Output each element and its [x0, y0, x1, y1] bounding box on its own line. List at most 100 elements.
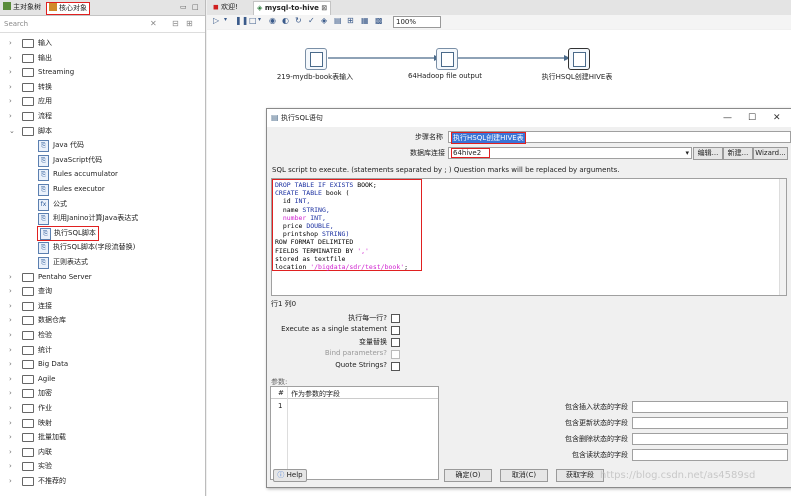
minimize-icon[interactable]: ▭ [180, 3, 187, 11]
chevron-right-icon[interactable]: › [9, 94, 12, 108]
tree-folder[interactable]: › 检验 [0, 328, 205, 342]
option-checkbox[interactable] [391, 350, 400, 359]
chevron-right-icon[interactable]: › [9, 445, 12, 459]
grid-icon[interactable]: ▩ [375, 16, 383, 25]
sql-icon[interactable]: ▤ [334, 16, 342, 25]
ok-button[interactable]: 确定(O) [444, 469, 492, 482]
tree-folder[interactable]: › 内联 [0, 445, 205, 459]
chevron-right-icon[interactable]: › [9, 416, 12, 430]
chevron-right-icon[interactable]: › [9, 65, 12, 79]
option-checkbox[interactable] [391, 314, 400, 323]
run-icon[interactable]: ▷ [213, 16, 219, 25]
pause-icon[interactable]: ❚❚ [235, 16, 248, 25]
chevron-right-icon[interactable]: › [9, 430, 12, 444]
chevron-right-icon[interactable]: › [9, 51, 12, 65]
status-field-input[interactable] [632, 433, 788, 445]
tree-step-item[interactable]: ⎘ 正则表达式 [0, 255, 205, 270]
close-icon[interactable]: ⊠ [321, 4, 327, 12]
maximize-icon[interactable]: ☐ [748, 109, 756, 127]
tree-folder[interactable]: › 输出 [0, 51, 205, 65]
chevron-right-icon[interactable]: › [9, 401, 12, 415]
tab-mysql-to-hive[interactable]: ◈ mysql-to-hive ⊠ [253, 1, 332, 15]
connection-select[interactable]: 64hive2 ▾ [448, 147, 692, 159]
maximize-icon[interactable]: □ [192, 3, 199, 11]
tree-folder[interactable]: › Pentaho Server [0, 270, 205, 284]
preview-icon[interactable]: ◉ [269, 16, 276, 25]
chevron-right-icon[interactable]: › [9, 372, 12, 386]
cancel-button[interactable]: 取消(C) [500, 469, 548, 482]
zoom-select[interactable]: 100% [393, 16, 441, 28]
wizard-button[interactable]: Wizard... [753, 147, 788, 160]
results-icon[interactable]: ▦ [361, 16, 369, 25]
step-exec-sql[interactable] [568, 48, 590, 70]
expand-all-icon[interactable]: ⊞ [186, 19, 193, 28]
step-table-input[interactable] [305, 48, 327, 70]
tree-step-item[interactable]: ⎘ JavaScript代码 [0, 153, 205, 168]
tree-folder[interactable]: › 数据仓库 [0, 313, 205, 327]
chevron-right-icon[interactable]: › [9, 270, 12, 284]
stop-icon[interactable]: □ [249, 16, 257, 25]
explore-db-icon[interactable]: ⊞ [347, 16, 354, 25]
tree-folder[interactable]: › 应用 [0, 94, 205, 108]
close-icon[interactable]: ✕ [773, 109, 781, 127]
option-checkbox[interactable] [391, 326, 400, 335]
impact-icon[interactable]: ◈ [321, 16, 327, 25]
option-checkbox[interactable] [391, 362, 400, 371]
edit-connection-button[interactable]: 编辑... [693, 147, 723, 160]
chevron-right-icon[interactable]: › [9, 328, 12, 342]
tree-folder[interactable]: › Streaming [0, 65, 205, 79]
collapse-all-icon[interactable]: ⊟ [172, 19, 179, 28]
tree-folder[interactable]: › 映射 [0, 416, 205, 430]
chevron-right-icon[interactable]: › [9, 36, 12, 50]
chevron-right-icon[interactable]: › [9, 109, 12, 123]
tree-folder[interactable]: › 统计 [0, 343, 205, 357]
tree-step-item[interactable]: ⎘ 执行SQL脚本(字段流替换) [0, 240, 205, 255]
tab-core-objects[interactable]: 核心对象 [46, 2, 90, 15]
tree-folder[interactable]: › 连接 [0, 299, 205, 313]
chevron-right-icon[interactable]: › [9, 357, 12, 371]
chevron-right-icon[interactable]: › [9, 343, 12, 357]
debug-icon[interactable]: ◐ [282, 16, 289, 25]
chevron-right-icon[interactable]: › [9, 80, 12, 94]
tab-welcome[interactable]: ◼ 欢迎! [210, 1, 241, 14]
tree-step-item[interactable]: ⎘ Rules accumulator [0, 167, 205, 182]
verify-icon[interactable]: ✓ [308, 16, 315, 25]
tree-folder[interactable]: › 加密 [0, 386, 205, 400]
replay-icon[interactable]: ↻ [295, 16, 302, 25]
status-field-input[interactable] [632, 449, 788, 461]
tree-folder[interactable]: › 不推荐的 [0, 474, 205, 488]
params-table[interactable]: # 作为参数的字段 1 [270, 386, 439, 480]
tree-folder[interactable]: › 实验 [0, 459, 205, 473]
chevron-right-icon[interactable]: › [9, 284, 12, 298]
tree-folder[interactable]: › 查询 [0, 284, 205, 298]
tree-folder[interactable]: › 批量加载 [0, 430, 205, 444]
chevron-right-icon[interactable]: › [9, 313, 12, 327]
tree-step-item[interactable]: fx 公式 [0, 197, 205, 212]
minimize-icon[interactable]: — [723, 109, 732, 127]
tree-step-item[interactable]: ⎘ 执行SQL脚本 [37, 225, 99, 241]
tree-folder[interactable]: › 输入 [0, 36, 205, 50]
chevron-down-icon[interactable]: ▾ [258, 16, 261, 23]
sql-editor[interactable]: DROP TABLE IF EXISTS BOOK; CREATE TABLE b… [271, 178, 787, 296]
chevron-down-icon[interactable]: ▾ [224, 16, 227, 23]
status-field-input[interactable] [632, 417, 788, 429]
chevron-right-icon[interactable]: › [9, 299, 12, 313]
tab-main-object-tree[interactable]: 主对象树 [3, 2, 41, 13]
option-checkbox[interactable] [391, 338, 400, 347]
tree-step-item[interactable]: ⎘ Rules executor [0, 182, 205, 197]
search-input[interactable]: Search [4, 19, 134, 30]
tree-step-item[interactable]: ⎘ Java 代码 [0, 138, 205, 153]
tree-folder[interactable]: › Agile [0, 372, 205, 386]
new-connection-button[interactable]: 新建... [723, 147, 753, 160]
tree-folder[interactable]: › 流程 [0, 109, 205, 123]
chevron-down-icon[interactable]: ⌄ [9, 124, 15, 138]
tree-folder[interactable]: › 作业 [0, 401, 205, 415]
clear-icon[interactable]: ✕ [150, 19, 157, 28]
step-name-field[interactable]: 执行HSQL创建HIVE表 [448, 131, 791, 144]
get-fields-button[interactable]: 获取字段 [556, 469, 604, 482]
scrollbar[interactable] [779, 179, 786, 295]
tree-folder[interactable]: › 转换 [0, 80, 205, 94]
tree-folder[interactable]: ⌄ 脚本 [0, 124, 205, 138]
chevron-right-icon[interactable]: › [9, 386, 12, 400]
status-field-input[interactable] [632, 401, 788, 413]
